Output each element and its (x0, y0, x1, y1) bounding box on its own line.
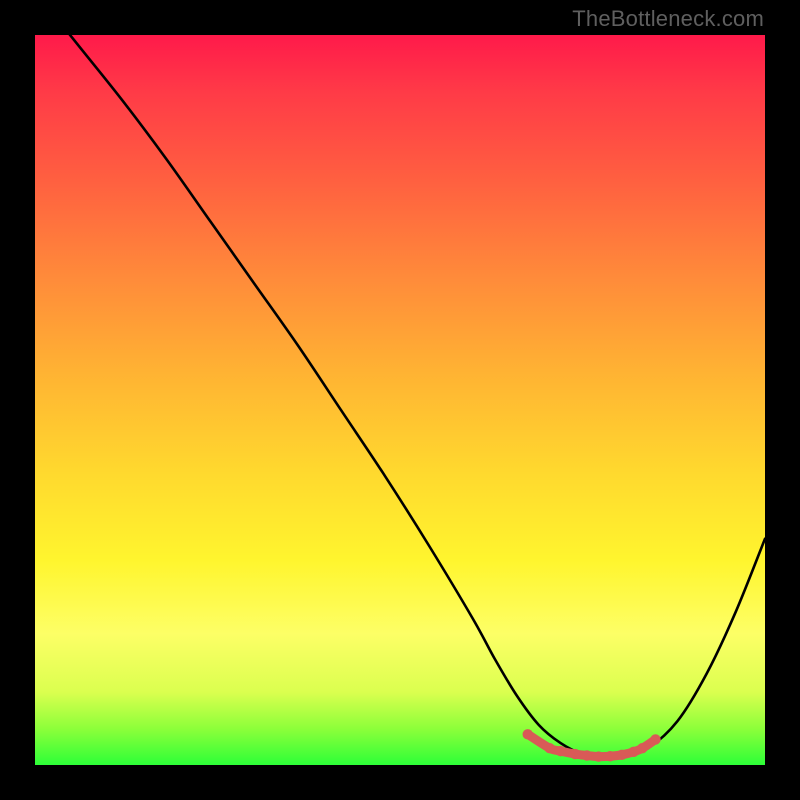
watermark-text: TheBottleneck.com (572, 6, 764, 32)
marker-dot (555, 746, 565, 756)
marker-dot (544, 743, 554, 753)
marker-dot (617, 750, 627, 760)
chart-frame: TheBottleneck.com (0, 0, 800, 800)
marker-dot (605, 751, 615, 761)
marker-dot (582, 750, 592, 760)
marker-dot (570, 749, 580, 759)
marker-dot (637, 743, 647, 753)
marker-dot (593, 751, 603, 761)
marker-dot (650, 734, 660, 744)
marker-dot (523, 729, 533, 739)
bottleneck-curve (35, 35, 765, 758)
curve-svg (35, 35, 765, 765)
plot-area (35, 35, 765, 765)
